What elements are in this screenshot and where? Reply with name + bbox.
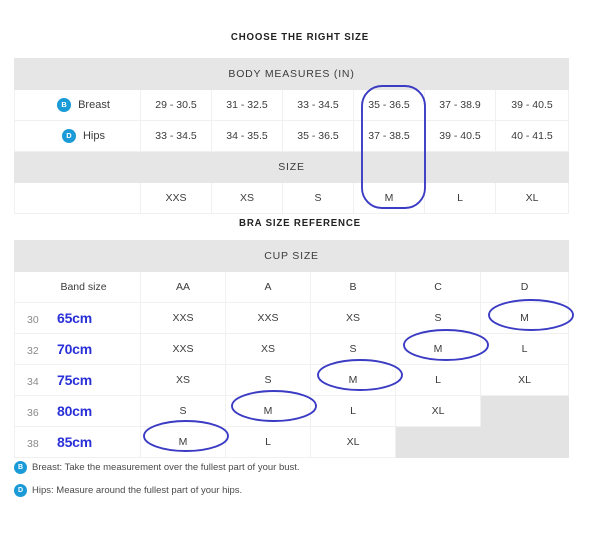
hips-value: 40 - 41.5: [494, 120, 570, 152]
breast-value: 37 - 38.9: [424, 89, 496, 121]
body-measures-header: BODY MEASURES (IN): [13, 58, 570, 90]
breast-footnote-badge-icon: B: [14, 461, 27, 474]
breast-value: 35 - 36.5: [353, 89, 425, 121]
cup-value: L: [310, 395, 396, 427]
table-row: 34 75cm XS S M L XL: [14, 364, 570, 396]
bra-column-header-row: Band size AA A B C D: [14, 271, 570, 303]
size-header: SIZE: [13, 151, 570, 183]
cup-column-header: AA: [140, 271, 226, 303]
cup-column-header: C: [395, 271, 481, 303]
body-measures-table: BODY MEASURES (IN) B Breast 29 - 30.5 31 …: [13, 58, 570, 214]
band-cm-value: 65cm: [57, 310, 93, 326]
bra-size-table: CUP SIZE Band size AA A B C D 30 65cm XXS…: [13, 240, 570, 458]
cup-value: M: [479, 302, 570, 334]
cup-value-empty: [479, 395, 570, 427]
cup-value: L: [225, 426, 311, 458]
band-size-cell: 34 75cm: [14, 364, 141, 396]
bra-size-reference-title: BRA SIZE REFERENCE: [239, 217, 361, 229]
band-number: 38: [27, 438, 39, 450]
cup-value: S: [395, 302, 481, 334]
breast-value: 29 - 30.5: [140, 89, 212, 121]
cup-value: XL: [310, 426, 396, 458]
band-size-label: Band size: [14, 271, 141, 303]
cup-value: M: [140, 426, 226, 458]
band-cm-value: 80cm: [57, 403, 93, 419]
cup-value: XS: [140, 364, 226, 396]
footnote-hips: D Hips: Measure around the fullest part o…: [14, 484, 242, 497]
cup-column-header: A: [225, 271, 311, 303]
body-measures-header-row: BODY MEASURES (IN): [13, 58, 570, 90]
breast-badge-icon: B: [57, 98, 72, 112]
size-value: L: [424, 182, 496, 214]
breast-footnote-text: Breast: Take the measurement over the fu…: [32, 462, 300, 474]
hips-footnote-text: Hips: Measure around the fullest part of…: [32, 485, 243, 497]
hips-value: 35 - 36.5: [282, 120, 354, 152]
cup-value: XXS: [140, 333, 226, 365]
hips-footnote-badge-icon: D: [14, 484, 27, 497]
cup-value-empty: [479, 426, 570, 458]
breast-value: 31 - 32.5: [211, 89, 283, 121]
cup-column-header: B: [310, 271, 396, 303]
band-size-cell: 38 85cm: [14, 426, 141, 458]
cup-value: S: [225, 364, 311, 396]
band-number: 30: [27, 314, 39, 326]
table-row: 30 65cm XXS XXS XS S M: [14, 302, 570, 334]
size-value: M: [353, 182, 425, 214]
hips-value: 34 - 35.5: [211, 120, 283, 152]
breast-label: Breast: [78, 99, 110, 111]
band-cm-value: 75cm: [57, 372, 93, 388]
size-value: XL: [494, 182, 570, 214]
band-number: 36: [27, 407, 39, 419]
table-row: 38 85cm M L XL: [14, 426, 570, 458]
size-header-row: SIZE: [13, 151, 570, 183]
cup-value: M: [225, 395, 311, 427]
table-row: XXS XS S M L XL: [14, 182, 570, 214]
cup-value: XL: [479, 364, 570, 396]
hips-label: Hips: [82, 130, 105, 142]
cup-value: XS: [225, 333, 311, 365]
band-size-cell: 30 65cm: [14, 302, 141, 334]
cup-value: XS: [310, 302, 396, 334]
hips-value: 39 - 40.5: [424, 120, 496, 152]
cup-value: XL: [395, 395, 481, 427]
band-size-cell: 32 70cm: [14, 333, 141, 365]
choose-the-right-size-title: CHOOSE THE RIGHT SIZE: [230, 31, 370, 43]
cup-value-empty: [395, 426, 481, 458]
cup-value: L: [479, 333, 570, 365]
footnote-breast: B Breast: Take the measurement over the f…: [14, 461, 300, 474]
size-value: XXS: [140, 182, 212, 214]
breast-label-cell: B Breast: [14, 89, 141, 121]
band-number: 34: [27, 376, 39, 388]
cup-column-header: D: [479, 271, 570, 303]
table-row: B Breast 29 - 30.5 31 - 32.5 33 - 34.5 35…: [14, 89, 570, 121]
cup-value: XXS: [140, 302, 226, 334]
hips-value: 37 - 38.5: [353, 120, 425, 152]
size-chart-page: CHOOSE THE RIGHT SIZE BODY MEASURES (IN)…: [0, 0, 600, 533]
band-cm-value: 85cm: [57, 434, 93, 450]
band-number: 32: [27, 345, 39, 357]
hips-badge-icon: D: [61, 129, 76, 143]
table-row: D Hips 33 - 34.5 34 - 35.5 35 - 36.5 37 -…: [14, 120, 570, 152]
cup-size-header: CUP SIZE: [13, 240, 570, 272]
hips-label-cell: D Hips: [14, 120, 141, 152]
table-row: 36 80cm S M L XL: [14, 395, 570, 427]
cup-value: M: [395, 333, 481, 365]
cup-value: XXS: [225, 302, 311, 334]
size-row-blank-cell: [14, 182, 141, 214]
band-size-cell: 36 80cm: [14, 395, 141, 427]
size-value: S: [282, 182, 354, 214]
size-value: XS: [211, 182, 283, 214]
cup-value: S: [310, 333, 396, 365]
breast-value: 39 - 40.5: [494, 89, 570, 121]
table-row: 32 70cm XXS XS S M L: [14, 333, 570, 365]
breast-value: 33 - 34.5: [282, 89, 354, 121]
hips-value: 33 - 34.5: [140, 120, 212, 152]
cup-value: L: [395, 364, 481, 396]
band-cm-value: 70cm: [57, 341, 93, 357]
cup-value: S: [140, 395, 226, 427]
cup-value: M: [310, 364, 396, 396]
cup-size-header-row: CUP SIZE: [13, 240, 570, 272]
